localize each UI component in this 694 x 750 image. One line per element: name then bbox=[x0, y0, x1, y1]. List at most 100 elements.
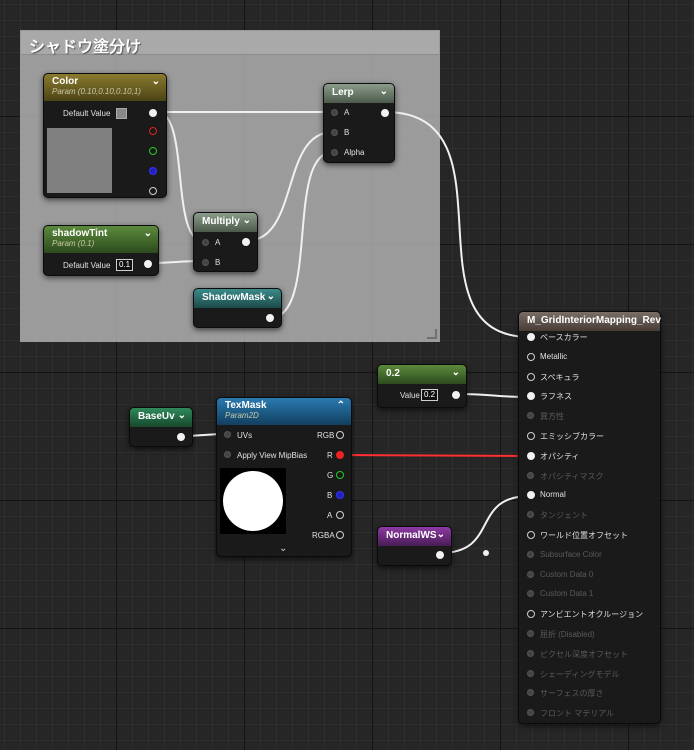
lerp-node[interactable]: Lerp ⌄ A B Alpha bbox=[323, 83, 395, 163]
color-r-output-pin[interactable] bbox=[149, 127, 157, 135]
material-input-pin[interactable] bbox=[527, 630, 534, 637]
lerp-b-input-pin[interactable] bbox=[331, 129, 338, 136]
normalws-node[interactable]: NormalWS ⌄ bbox=[377, 526, 452, 566]
material-input-label: Custom Data 0 bbox=[540, 569, 594, 579]
chevron-up-icon[interactable]: ⌃ bbox=[337, 400, 345, 411]
baseuv-output-pin[interactable] bbox=[177, 433, 185, 441]
color-param-node[interactable]: Color Param (0.10,0.10,0.10,1) ⌄ Default… bbox=[43, 73, 167, 198]
material-input-pin[interactable] bbox=[527, 531, 535, 539]
constant-output-pin[interactable] bbox=[452, 391, 460, 399]
wire-normalws-to-normal bbox=[439, 495, 531, 554]
material-input-pin[interactable] bbox=[527, 570, 534, 578]
texmask-rgb-output-pin[interactable] bbox=[336, 431, 344, 439]
material-input-pin[interactable] bbox=[527, 432, 535, 440]
material-input-pin[interactable] bbox=[527, 689, 534, 697]
chevron-down-icon[interactable]: ⌄ bbox=[452, 367, 460, 378]
material-input-pin[interactable] bbox=[527, 649, 534, 657]
texmask-rgb-label: RGB bbox=[317, 431, 335, 440]
multiply-a-input-pin[interactable] bbox=[202, 239, 209, 246]
shadowmask-output-pin[interactable] bbox=[266, 314, 274, 322]
shadowmask-node-title: ShadowMask bbox=[202, 292, 266, 303]
material-input-pin[interactable] bbox=[527, 451, 535, 460]
texmask-g-output-pin[interactable] bbox=[336, 471, 344, 479]
material-input-label: ピクセル深度オフセット bbox=[540, 649, 628, 659]
material-input-pin[interactable] bbox=[527, 333, 535, 341]
expand-chevron-icon[interactable]: ⌄ bbox=[279, 543, 287, 554]
normalws-output-pin[interactable] bbox=[436, 551, 444, 559]
shadowtint-param-node[interactable]: shadowTint Param (0.1) ⌄ Default Value 0… bbox=[43, 225, 159, 276]
material-input-label: ベースカラー bbox=[540, 333, 588, 342]
normalws-node-header[interactable]: NormalWS ⌄ bbox=[378, 527, 451, 546]
baseuv-node-header[interactable]: BaseUv ⌄ bbox=[130, 408, 192, 427]
material-input-pin[interactable] bbox=[527, 392, 535, 401]
texmask-b-label: B bbox=[327, 491, 333, 500]
color-node-header[interactable]: Color Param (0.10,0.10,0.10,1) ⌄ bbox=[44, 74, 166, 101]
material-input-label: シェーディングモデル bbox=[540, 669, 620, 679]
material-input-label: ラフネス bbox=[540, 392, 572, 402]
multiply-output-pin[interactable] bbox=[242, 238, 250, 246]
texmask-uvs-input-pin[interactable] bbox=[224, 431, 231, 438]
shadowmask-node[interactable]: ShadowMask ⌄ bbox=[193, 288, 282, 328]
chevron-down-icon[interactable]: ⌄ bbox=[380, 86, 388, 97]
material-input-label: 屈折 (Disabled) bbox=[540, 630, 595, 639]
normalws-node-title: NormalWS bbox=[386, 530, 437, 541]
texmask-rgba-output-pin[interactable] bbox=[336, 531, 344, 539]
lerp-a-label: A bbox=[344, 108, 350, 117]
material-input-pin[interactable] bbox=[527, 610, 535, 619]
material-input-pin[interactable] bbox=[527, 709, 534, 717]
texmask-node-header[interactable]: TexMask Param2D ⌃ bbox=[217, 398, 351, 425]
lerp-alpha-input-pin[interactable] bbox=[331, 149, 338, 156]
baseuv-node[interactable]: BaseUv ⌄ bbox=[129, 407, 193, 447]
lerp-node-header[interactable]: Lerp ⌄ bbox=[324, 84, 394, 103]
multiply-node[interactable]: Multiply ⌄ A B bbox=[193, 212, 258, 272]
reroute-knot bbox=[483, 550, 489, 556]
color-swatch[interactable] bbox=[116, 108, 127, 119]
chevron-down-icon[interactable]: ⌄ bbox=[144, 228, 152, 239]
material-input-label: タンジェント bbox=[540, 511, 588, 521]
material-input-pin[interactable] bbox=[527, 550, 534, 558]
material-input-pin[interactable] bbox=[527, 412, 534, 420]
shadowtint-node-title: shadowTint bbox=[52, 228, 108, 239]
material-input-pin[interactable] bbox=[527, 511, 534, 519]
color-b-output-pin[interactable] bbox=[149, 167, 157, 175]
comment-title[interactable]: シャドウ塗分け bbox=[21, 31, 439, 56]
material-node-header[interactable]: M_GridInteriorMapping_Rev bbox=[519, 312, 661, 331]
shadowtint-output-pin[interactable] bbox=[144, 260, 152, 268]
material-input-pin[interactable] bbox=[527, 471, 534, 479]
comment-resize-handle[interactable] bbox=[427, 329, 437, 339]
material-input-label: Metallic bbox=[540, 351, 568, 361]
chevron-down-icon[interactable]: ⌄ bbox=[267, 291, 275, 302]
chevron-down-icon[interactable]: ⌄ bbox=[178, 410, 186, 421]
shadowtint-value-field[interactable]: 0.1 bbox=[116, 259, 134, 271]
chevron-down-icon[interactable]: ⌄ bbox=[437, 529, 445, 540]
multiply-node-header[interactable]: Multiply ⌄ bbox=[194, 213, 257, 232]
texmask-node[interactable]: TexMask Param2D ⌃ UVs Apply View MipBias… bbox=[216, 397, 352, 557]
lerp-output-pin[interactable] bbox=[381, 109, 389, 117]
material-input-label: Subsurface Color bbox=[540, 549, 602, 559]
constant-node[interactable]: 0.2 ⌄ Value 0.2 bbox=[377, 364, 467, 408]
multiply-b-input-pin[interactable] bbox=[202, 259, 209, 266]
shadowmask-node-header[interactable]: ShadowMask ⌄ bbox=[194, 289, 281, 308]
shadowtint-node-header[interactable]: shadowTint Param (0.1) ⌄ bbox=[44, 226, 158, 253]
color-g-output-pin[interactable] bbox=[149, 147, 157, 155]
texmask-b-output-pin[interactable] bbox=[336, 491, 344, 499]
chevron-down-icon[interactable]: ⌄ bbox=[243, 215, 251, 226]
material-input-pin[interactable] bbox=[527, 590, 534, 598]
material-result-node[interactable]: M_GridInteriorMapping_Rev ベースカラー Metallic… bbox=[518, 311, 661, 724]
material-input-label: オパシティ bbox=[540, 451, 580, 461]
material-node-title: M_GridInteriorMapping_Rev bbox=[527, 315, 661, 326]
material-input-pin[interactable] bbox=[527, 352, 535, 361]
texmask-r-output-pin[interactable] bbox=[336, 451, 344, 459]
constant-node-header[interactable]: 0.2 ⌄ bbox=[378, 365, 466, 384]
lerp-a-input-pin[interactable] bbox=[331, 109, 338, 116]
material-input-pin[interactable] bbox=[527, 491, 535, 500]
texmask-mipbias-input-pin[interactable] bbox=[224, 451, 231, 458]
texmask-a-output-pin[interactable] bbox=[336, 511, 344, 519]
material-input-pin[interactable] bbox=[527, 372, 535, 381]
material-input-label: エミッシブカラー bbox=[540, 432, 604, 441]
material-input-pin[interactable] bbox=[527, 669, 534, 677]
chevron-down-icon[interactable]: ⌄ bbox=[152, 76, 160, 87]
color-rgb-output-pin[interactable] bbox=[149, 109, 157, 117]
color-a-output-pin[interactable] bbox=[149, 187, 157, 195]
constant-value-field[interactable]: 0.2 bbox=[421, 389, 439, 401]
